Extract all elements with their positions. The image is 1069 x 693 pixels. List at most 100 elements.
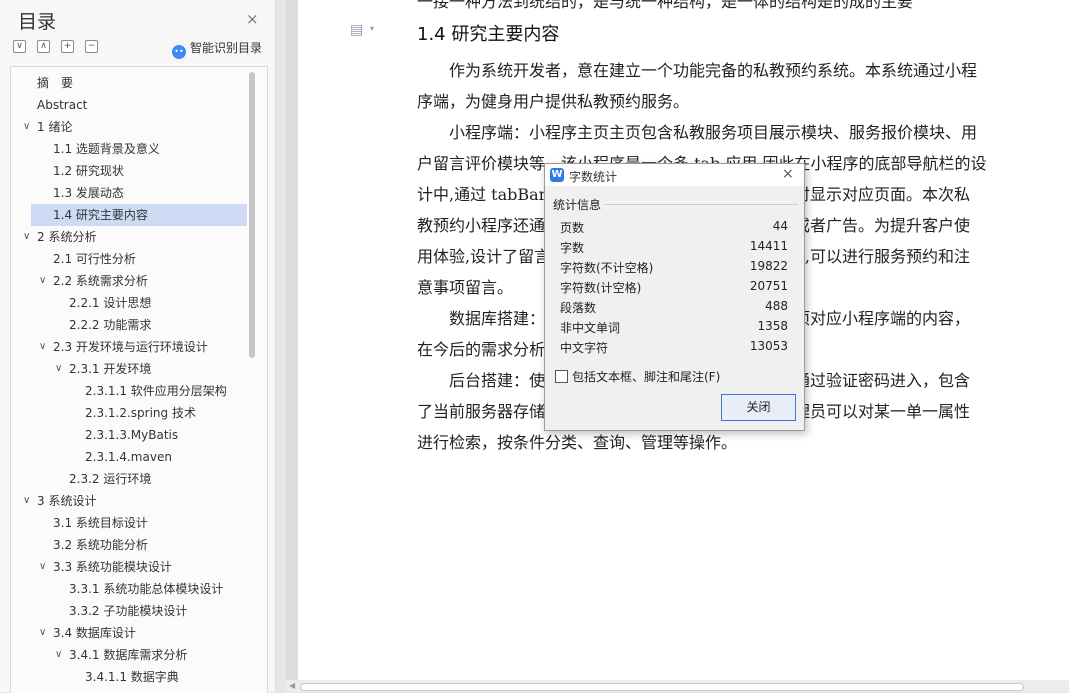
chevron-down-icon[interactable]: ∨ [23, 490, 30, 512]
toc-title: 目录 [18, 11, 57, 33]
expand-up-icon[interactable]: ∧ [37, 40, 50, 53]
stat-label: 字符数(计空格) [560, 281, 642, 295]
chevron-down-icon[interactable]: ∨ [39, 556, 46, 578]
toc-item-label: 2.1 可行性分析 [53, 252, 136, 266]
stat-value: 13053 [749, 339, 788, 353]
toc-item-label: 3.1 系统目标设计 [53, 516, 148, 530]
toc-item[interactable]: ∨ 1 绪论 [11, 116, 256, 138]
toc-item[interactable]: ∨ 3.4.1 数据库需求分析 [11, 644, 256, 666]
chevron-down-icon[interactable]: ∨ [23, 116, 30, 138]
paragraph-line-fragment: 通过验证密码进入，包含 [793, 371, 970, 390]
toc-item[interactable]: ∨ 2.3.1 开发环境 [11, 358, 256, 380]
paragraph-line: 进行检索，按条件分类、查询、管理等操作。 [417, 433, 738, 452]
toc-item-label: 2.2.2 功能需求 [69, 318, 152, 332]
document-outline-icon[interactable]: ▤ [350, 22, 363, 38]
toc-item[interactable]: 3.3.1 系统功能总体模块设计 [11, 578, 256, 600]
include-textbox-checkbox[interactable] [555, 370, 568, 383]
toc-item-label: 3.2 系统功能分析 [53, 538, 148, 552]
stat-label: 非中文单词 [560, 321, 621, 335]
toc-item-label: 3.3 系统功能模块设计 [53, 560, 172, 574]
toc-item-label: 2.3.1.3.MyBatis [85, 428, 179, 442]
add-level-icon[interactable]: + [61, 40, 74, 53]
toc-item-label: 3 系统设计 [37, 494, 97, 508]
stat-value: 44 [772, 219, 788, 233]
close-icon[interactable]: × [782, 166, 794, 182]
stat-value: 19822 [749, 259, 788, 273]
toc-scrollbar[interactable] [249, 72, 255, 358]
paragraph-line-fragment: 理员可以对某一单一属性 [793, 402, 970, 421]
toc-item[interactable]: ∨ 3 系统设计 [11, 490, 256, 512]
toc-panel: 目录 × ∨ ∧ + − •• 智能识别目录 摘 要 Abstract ∨ 1 绪论 1.… [0, 0, 276, 693]
toc-item-label: Abstract [37, 98, 88, 112]
toc-item[interactable]: 2.3.1.1 软件应用分层架构 [11, 380, 256, 402]
toc-item-label: 1.3 发展动态 [53, 186, 124, 200]
toc-item[interactable]: 2.3.1.2.spring 技术 [11, 402, 256, 424]
stat-value: 20751 [749, 279, 788, 293]
collapse-all-icon[interactable]: ∨ [13, 40, 26, 53]
toc-item-label: 3.4.1.1 数据字典 [85, 670, 179, 684]
chevron-down-icon[interactable]: ∨ [39, 336, 46, 358]
dialog-title: 字数统计 [569, 170, 618, 184]
horizontal-scrollbar-thumb[interactable] [300, 683, 1024, 691]
toc-item[interactable]: 3.1 系统目标设计 [11, 512, 256, 534]
toc-item[interactable]: 摘 要 [11, 72, 256, 94]
toc-item-label: 1.4 研究主要内容 [53, 208, 148, 222]
toc-item-label: 2.3.1 开发环境 [69, 362, 152, 376]
stat-value: 14411 [749, 239, 788, 253]
include-textbox-label[interactable]: 包括文本框、脚注和尾注(F) [572, 368, 720, 385]
close-button[interactable]: 关闭 [721, 394, 796, 421]
ai-icon: •• [172, 45, 186, 59]
toc-item[interactable]: ∨ 2.2 系统需求分析 [11, 270, 256, 292]
chevron-down-icon[interactable]: ∨ [23, 226, 30, 248]
scroll-left-icon[interactable]: ◀ [289, 681, 295, 690]
paragraph-line: 小程序端：小程序主页主页包含私教服务项目展示模块、服务报价模块、用 [449, 123, 978, 142]
toc-item[interactable]: ∨ 2.3 开发环境与运行环境设计 [11, 336, 256, 358]
toc-item-label: 3.4.1 数据库需求分析 [69, 648, 188, 662]
toc-item-label: 2.3.1.2.spring 技术 [85, 406, 196, 420]
toc-item[interactable]: 2.3.1.4.maven [11, 446, 256, 468]
close-icon[interactable]: × [246, 10, 259, 28]
group-divider [605, 204, 798, 205]
toc-item[interactable]: 1.4 研究主要内容 [31, 204, 247, 226]
chevron-down-icon[interactable]: ∨ [55, 644, 62, 666]
toc-item-label: 2.3 开发环境与运行环境设计 [53, 340, 208, 354]
toc-item[interactable]: ∨ 3.4 数据库设计 [11, 622, 256, 644]
toc-item-label: 2 系统分析 [37, 230, 97, 244]
toc-item[interactable]: 2.3.1.3.MyBatis [11, 424, 256, 446]
toc-item[interactable]: 1.2 研究现状 [11, 160, 256, 182]
paragraph-line: 序端，为健身用户提供私教预约服务。 [417, 92, 690, 111]
toc-item-label: 2.3.1.1 软件应用分层架构 [85, 384, 227, 398]
toc-item[interactable]: 3.2 系统功能分析 [11, 534, 256, 556]
clipped-text-line: 一接一种方法到统结的，是与统一种结构，是一体的结构是的成的主要 [417, 0, 914, 11]
toc-item[interactable]: 1.3 发展动态 [11, 182, 256, 204]
toc-item[interactable]: 2.1 可行性分析 [11, 248, 256, 270]
toc-item-label: 2.3.2 运行环境 [69, 472, 152, 486]
stat-label: 中文字符 [560, 341, 609, 355]
chevron-down-icon[interactable]: ▾ [370, 24, 374, 33]
toc-item[interactable]: 2.2.1 设计思想 [11, 292, 256, 314]
dialog-title-bar[interactable]: W 字数统计 × [545, 164, 804, 186]
paragraph-line: 用体验,设计了留言 [417, 247, 551, 266]
stat-label: 页数 [560, 221, 585, 235]
toc-item[interactable]: 2.3.2 运行环境 [11, 468, 256, 490]
chevron-down-icon[interactable]: ∨ [39, 622, 46, 644]
remove-level-icon[interactable]: − [85, 40, 98, 53]
chevron-down-icon[interactable]: ∨ [39, 270, 46, 292]
toc-item[interactable]: 1.1 选题背景及意义 [11, 138, 256, 160]
smart-toc-label: 智能识别目录 [190, 41, 263, 55]
paragraph-line: 了当前服务器存储 [417, 402, 546, 421]
wps-logo-icon: W [550, 168, 564, 182]
toc-item[interactable]: ∨ 3.3 系统功能模块设计 [11, 556, 256, 578]
toc-item[interactable]: 3.3.2 子功能模块设计 [11, 600, 256, 622]
chevron-down-icon[interactable]: ∨ [55, 358, 62, 380]
toc-item-label: 3.3.1 系统功能总体模块设计 [69, 582, 224, 596]
toc-item[interactable]: ∨ 2 系统分析 [11, 226, 256, 248]
toc-item[interactable]: Abstract [11, 94, 256, 116]
smart-toc-button[interactable]: •• 智能识别目录 [172, 39, 262, 59]
toc-item[interactable]: 3.4.1.1 数据字典 [11, 666, 256, 688]
toc-item[interactable]: 2.2.2 功能需求 [11, 314, 256, 336]
toc-item-label: 3.3.2 子功能模块设计 [69, 604, 188, 618]
toc-item-label: 2.2 系统需求分析 [53, 274, 148, 288]
paragraph-line-fragment: l,可以进行服务预约和注 [799, 247, 970, 266]
paragraph-line-fragment: 项对应小程序端的内容， [793, 309, 970, 328]
